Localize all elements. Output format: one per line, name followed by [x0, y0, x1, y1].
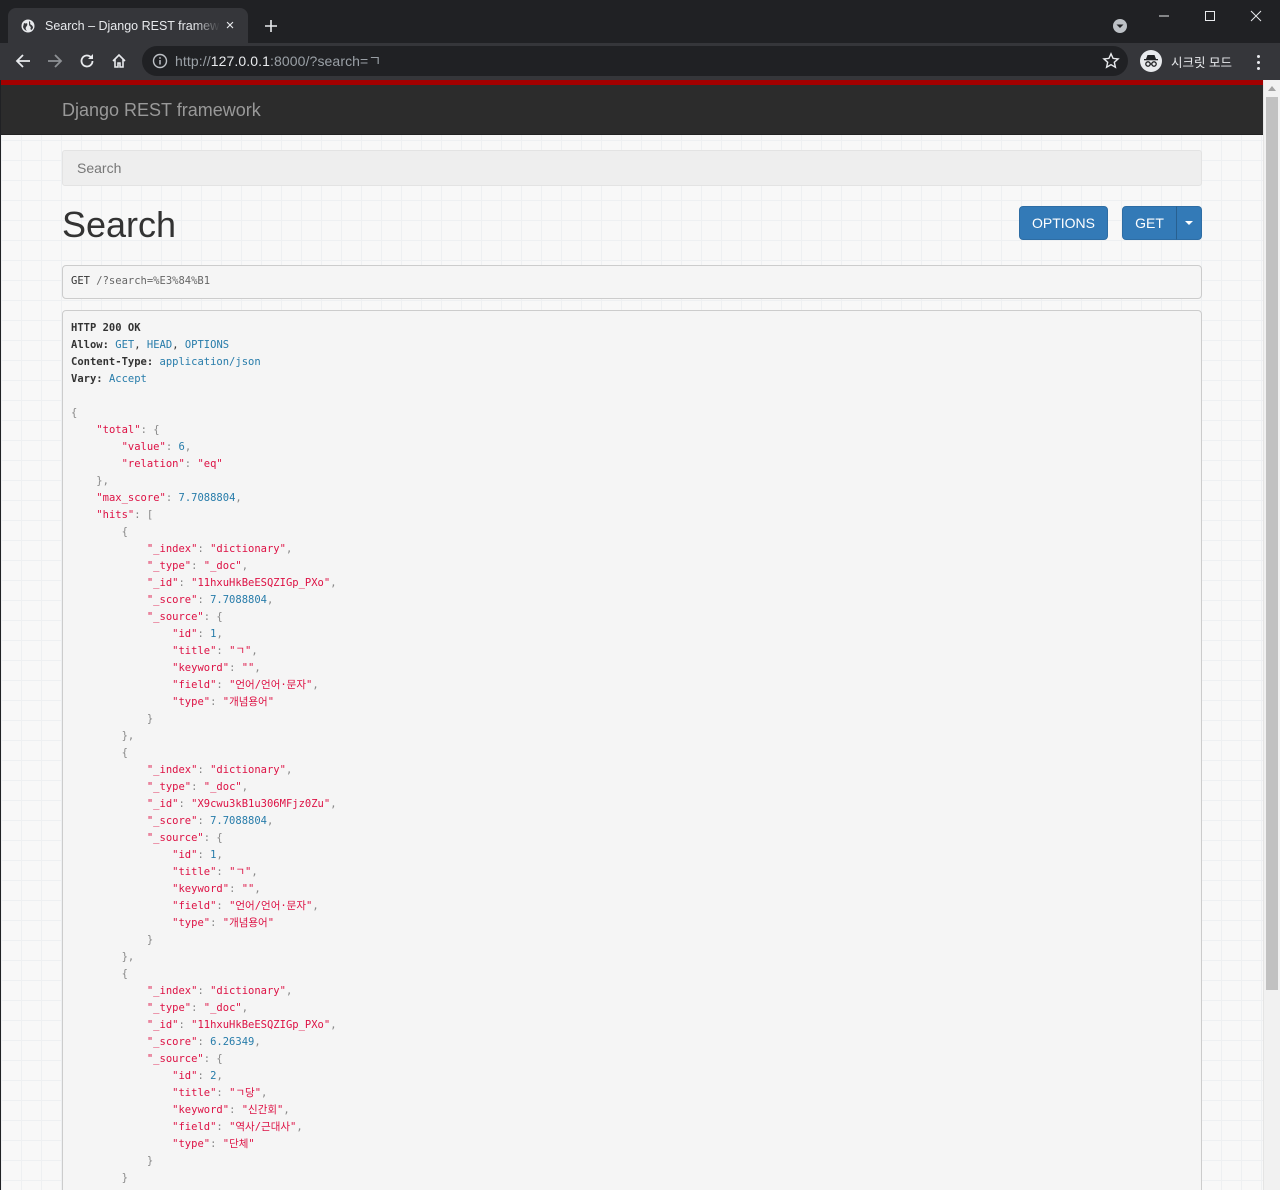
get-format-dropdown[interactable] [1176, 206, 1202, 240]
url-host: 127.0.0.1 [210, 53, 271, 69]
reload-button[interactable] [73, 47, 101, 75]
url-scheme: http:// [175, 53, 211, 69]
minimize-button[interactable] [1141, 0, 1187, 32]
get-button[interactable]: GET [1122, 206, 1177, 240]
globe-icon [20, 18, 36, 34]
response-info: HTTP 200 OK Allow: GET, HEAD, OPTIONS Co… [62, 310, 1202, 1190]
brand-link[interactable]: Django REST framework [62, 100, 261, 121]
close-icon [1250, 10, 1262, 22]
new-tab-button[interactable] [258, 14, 284, 38]
browser-tab[interactable]: Search – Django REST framework × [8, 8, 248, 43]
search-input[interactable] [62, 150, 1202, 186]
header-name: Allow: [71, 339, 109, 351]
incognito-icon [1140, 50, 1162, 72]
scrollbar-thumb[interactable] [1266, 97, 1278, 990]
browser-menu-icon[interactable] [1248, 50, 1268, 74]
caret-down-icon [1185, 221, 1193, 225]
request-method: GET [71, 275, 90, 287]
info-icon[interactable] [152, 53, 168, 69]
header-name: Vary: [71, 373, 103, 385]
page-viewport: Django REST framework Search OPTIONS GET… [1, 80, 1263, 1190]
tab-strip: Search – Django REST framework × [0, 0, 1280, 43]
scroll-up-icon[interactable] [1268, 86, 1276, 91]
back-button[interactable] [9, 47, 37, 75]
close-window-button[interactable] [1233, 0, 1279, 32]
page-title: Search [62, 204, 177, 245]
minimize-icon [1159, 15, 1169, 17]
url-rest: :8000/?search=ㄱ [270, 53, 382, 69]
home-icon [112, 53, 126, 68]
incognito-indicator[interactable]: 시크릿 모드 [1138, 47, 1240, 75]
reload-icon [80, 54, 94, 68]
header-name: Content-Type: [71, 356, 154, 368]
options-button[interactable]: OPTIONS [1019, 206, 1108, 240]
home-button[interactable] [105, 47, 133, 75]
tab-title: Search – Django REST framework [45, 18, 220, 33]
url-text: http://127.0.0.1:8000/?search=ㄱ [175, 51, 381, 71]
tab-search-button[interactable] [1110, 16, 1130, 36]
request-info: GET /?search=%E3%84%B1 [62, 265, 1202, 299]
incognito-label: 시크릿 모드 [1171, 55, 1232, 70]
maximize-icon [1205, 11, 1215, 21]
address-bar[interactable]: http://127.0.0.1:8000/?search=ㄱ [142, 46, 1128, 76]
arrow-right-icon [48, 54, 63, 68]
bookmark-star-icon[interactable] [1102, 52, 1120, 70]
request-path: /?search=%E3%84%B1 [89, 275, 211, 287]
browser-toolbar: http://127.0.0.1:8000/?search=ㄱ 시크릿 모드 [0, 43, 1280, 80]
plus-icon [265, 20, 277, 32]
close-tab-icon[interactable]: × [220, 16, 240, 36]
maximize-button[interactable] [1187, 0, 1233, 32]
chevron-down-icon [1113, 19, 1127, 33]
status-line: HTTP 200 OK [71, 322, 141, 334]
navbar: Django REST framework [1, 85, 1263, 135]
page-scrollbar[interactable] [1263, 80, 1280, 1190]
arrow-left-icon [15, 54, 30, 68]
forward-button[interactable] [41, 47, 69, 75]
response-body: HTTP 200 OK Allow: GET, HEAD, OPTIONS Co… [71, 322, 337, 1190]
